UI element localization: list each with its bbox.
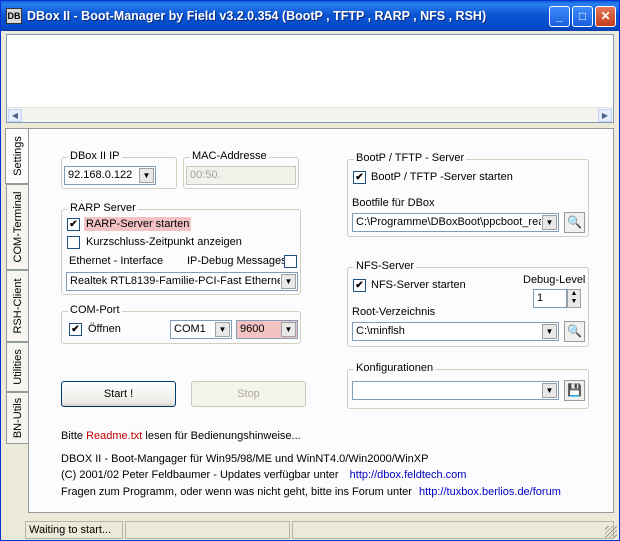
chevron-down-icon[interactable]: ▼ bbox=[215, 322, 230, 337]
search-icon[interactable]: 🔍 bbox=[564, 212, 585, 233]
bootfile-label: Bootfile für DBox bbox=[352, 197, 435, 209]
com-open-checkbox[interactable] bbox=[69, 323, 82, 336]
root-dir-label: Root-Verzeichnis bbox=[352, 306, 436, 318]
tab-bn-utils[interactable]: BN-Utils bbox=[6, 392, 28, 444]
rarp-start-label[interactable]: RARP-Server starten bbox=[84, 217, 192, 231]
bootp-group-title: BootP / TFTP - Server bbox=[354, 152, 467, 164]
eth-interface-combo[interactable]: Realtek RTL8139-Familie-PCI-Fast Etherne… bbox=[66, 272, 298, 291]
chevron-down-icon[interactable]: ▼ bbox=[542, 383, 557, 398]
debug-level-field[interactable]: 1 bbox=[533, 289, 567, 308]
debug-level-label: Debug-Level bbox=[523, 274, 586, 286]
maximize-button[interactable]: □ bbox=[572, 6, 593, 27]
chevron-down-icon[interactable]: ▼ bbox=[542, 324, 557, 339]
save-icon[interactable]: 💾 bbox=[564, 380, 585, 401]
nfs-start-label[interactable]: NFS-Server starten bbox=[371, 279, 466, 291]
chevron-down-icon[interactable]: ▼ bbox=[542, 215, 557, 230]
bootp-start-label[interactable]: BootP / TFTP -Server starten bbox=[371, 171, 513, 183]
minimize-button[interactable]: _ bbox=[549, 6, 570, 27]
config-combo[interactable]: ▼ bbox=[352, 381, 559, 400]
vertical-tabs: Settings COM-Terminal RSH-Client Utiliti… bbox=[5, 128, 29, 513]
main-window: DB DBox II - Boot-Manager by Field v3.2.… bbox=[0, 0, 620, 541]
readme-hint: Bitte Readme.txt lesen für Bedienungshin… bbox=[61, 430, 301, 442]
eth-interface-label: Ethernet - Interface bbox=[69, 255, 164, 267]
dbox-ip-combo[interactable]: 92.168.0.122 ▼ bbox=[64, 166, 156, 185]
nfs-start-checkbox[interactable] bbox=[353, 279, 366, 292]
bootfile-combo[interactable]: C:\Programme\DBoxBoot\ppcboot_reac ▼ bbox=[352, 213, 559, 232]
tab-utilities[interactable]: Utilities bbox=[6, 342, 28, 392]
com-open-label[interactable]: Öffnen bbox=[88, 323, 121, 335]
config-group-title: Konfigurationen bbox=[354, 362, 436, 374]
nfs-group: NFS-Server Debug-Level NFS-Server starte… bbox=[347, 260, 589, 347]
rarp-group: RARP Server RARP-Server starten Kurzschl… bbox=[61, 202, 301, 295]
status-segment-2 bbox=[125, 521, 290, 539]
chevron-down-icon[interactable]: ▼ bbox=[139, 168, 154, 183]
dbox-ip-label: DBox II IP bbox=[68, 150, 122, 162]
settings-panel: DBox II IP 92.168.0.122 ▼ MAC-Addresse 0… bbox=[28, 128, 614, 513]
info-line-3: Fragen zum Programm, oder wenn was nicht… bbox=[61, 486, 561, 498]
rarp-start-checkbox[interactable] bbox=[67, 218, 80, 231]
ip-debug-checkbox[interactable] bbox=[284, 255, 297, 268]
com-port-title: COM-Port bbox=[68, 304, 122, 316]
ip-debug-label: IP-Debug Messages bbox=[187, 255, 287, 267]
baud-rate-combo[interactable]: 9600 ▼ bbox=[236, 320, 298, 339]
chevron-down-icon[interactable]: ▼ bbox=[281, 274, 296, 289]
chevron-down-icon[interactable]: ▼ bbox=[281, 322, 296, 337]
title-bar[interactable]: DB DBox II - Boot-Manager by Field v3.2.… bbox=[1, 1, 619, 31]
mac-field: 00:50. bbox=[186, 166, 296, 185]
info-line-2: (C) 2001/02 Peter Feldbaumer - Updates v… bbox=[61, 469, 467, 481]
status-segment-3 bbox=[292, 521, 614, 539]
horizontal-scrollbar[interactable]: ◀ ▶ bbox=[7, 107, 613, 122]
root-dir-combo[interactable]: C:\minflsh ▼ bbox=[352, 322, 559, 341]
com-port-group: COM-Port Öffnen COM1 ▼ 9600 ▼ bbox=[61, 304, 301, 344]
stop-button: Stop bbox=[191, 381, 306, 407]
search-icon[interactable]: 🔍 bbox=[564, 321, 585, 342]
bootp-group: BootP / TFTP - Server BootP / TFTP -Serv… bbox=[347, 152, 589, 237]
shortcut-checkbox[interactable] bbox=[67, 236, 80, 249]
tab-settings[interactable]: Settings bbox=[5, 128, 29, 184]
config-group: Konfigurationen ▼ 💾 bbox=[347, 362, 589, 409]
status-text: Waiting to start... bbox=[25, 521, 123, 539]
app-icon: DB bbox=[6, 8, 22, 24]
window-title: DBox II - Boot-Manager by Field v3.2.0.3… bbox=[27, 9, 487, 23]
mac-group: MAC-Addresse 00:50. bbox=[183, 150, 299, 189]
dbox-ip-group: DBox II IP 92.168.0.122 ▼ bbox=[61, 150, 177, 189]
feldtech-link[interactable]: http://dbox.feldtech.com bbox=[350, 469, 467, 481]
resize-grip-icon[interactable] bbox=[605, 526, 617, 538]
scroll-right-icon[interactable]: ▶ bbox=[598, 109, 612, 122]
rarp-group-title: RARP Server bbox=[68, 202, 138, 214]
close-button[interactable]: ✕ bbox=[595, 6, 616, 27]
mac-label: MAC-Addresse bbox=[190, 150, 269, 162]
start-button[interactable]: Start ! bbox=[61, 381, 176, 407]
com-port-combo[interactable]: COM1 ▼ bbox=[170, 320, 232, 339]
readme-link[interactable]: Readme.txt bbox=[86, 430, 142, 442]
debug-level-stepper[interactable]: ▲ ▼ bbox=[567, 289, 581, 308]
nfs-group-title: NFS-Server bbox=[354, 260, 417, 272]
forum-link[interactable]: http://tuxbox.berlios.de/forum bbox=[419, 486, 561, 498]
tab-com-terminal[interactable]: COM-Terminal bbox=[6, 184, 28, 270]
status-bar: Waiting to start... bbox=[1, 518, 619, 540]
bootp-start-checkbox[interactable] bbox=[353, 171, 366, 184]
info-line-1: DBOX II - Boot-Mangager für Win95/98/ME … bbox=[61, 453, 429, 465]
shortcut-label[interactable]: Kurzschluss-Zeitpunkt anzeigen bbox=[86, 236, 242, 248]
tab-rsh-client[interactable]: RSH-Client bbox=[6, 270, 28, 342]
scroll-left-icon[interactable]: ◀ bbox=[8, 109, 22, 122]
log-output[interactable]: ◀ ▶ bbox=[6, 34, 614, 123]
